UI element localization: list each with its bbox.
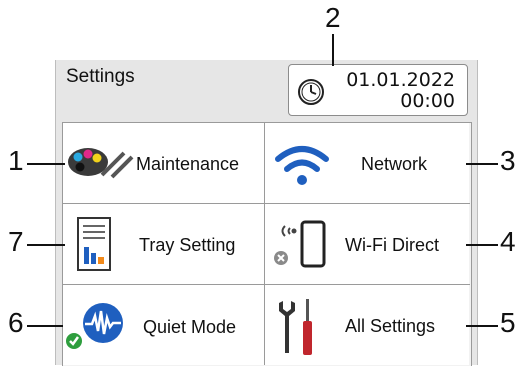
callout-1: 1 — [8, 145, 24, 176]
date-time-readout: 01.01.2022 00:00 — [346, 70, 455, 112]
callout-2: 2 — [325, 2, 341, 33]
tile-tray-setting[interactable]: Tray Setting — [63, 204, 264, 284]
tile-network[interactable]: Network — [265, 123, 469, 203]
date-value: 01.01.2022 — [346, 69, 455, 91]
tile-maintenance-label: Maintenance — [136, 154, 240, 174]
tile-network-label: Network — [361, 154, 428, 174]
tile-all-settings-label: All Settings — [345, 316, 436, 336]
callout-4-leader — [466, 244, 498, 246]
callout-6-leader — [27, 325, 63, 327]
tile-all-settings[interactable]: All Settings — [265, 285, 469, 365]
wifi-direct-phone-icon — [274, 220, 326, 268]
wifi-icon — [275, 146, 329, 185]
callout-7-leader — [27, 244, 65, 246]
ink-palette-icon — [68, 148, 134, 179]
tray-report-icon — [77, 217, 111, 271]
callout-1-leader — [27, 163, 65, 165]
callout-3-leader — [466, 163, 498, 165]
callout-3: 3 — [500, 145, 516, 176]
tile-wifi-direct-label: Wi-Fi Direct — [345, 235, 439, 255]
tile-maintenance[interactable]: Maintenance — [63, 123, 264, 203]
clock-icon — [298, 79, 324, 105]
callout-2-leader — [332, 34, 334, 66]
callout-6: 6 — [8, 307, 24, 338]
tile-tray-setting-label: Tray Setting — [139, 235, 236, 255]
grid-divider-vertical — [264, 122, 265, 365]
grid-divider-row-1 — [62, 203, 470, 204]
time-value: 00:00 — [400, 90, 455, 112]
callout-4: 4 — [500, 226, 516, 257]
tile-quiet-mode[interactable]: Quiet Mode — [63, 285, 264, 365]
page-title: Settings — [66, 66, 135, 87]
callout-7: 7 — [8, 226, 24, 257]
callout-5: 5 — [500, 307, 516, 338]
tile-wifi-direct[interactable]: Wi-Fi Direct — [265, 204, 469, 284]
grid-divider-row-2 — [62, 284, 470, 285]
tile-quiet-mode-label: Quiet Mode — [143, 317, 237, 337]
quiet-wave-icon — [66, 303, 123, 349]
date-time-button[interactable]: 01.01.2022 00:00 — [288, 64, 468, 116]
callout-5-leader — [466, 325, 498, 327]
tools-icon — [279, 299, 312, 355]
